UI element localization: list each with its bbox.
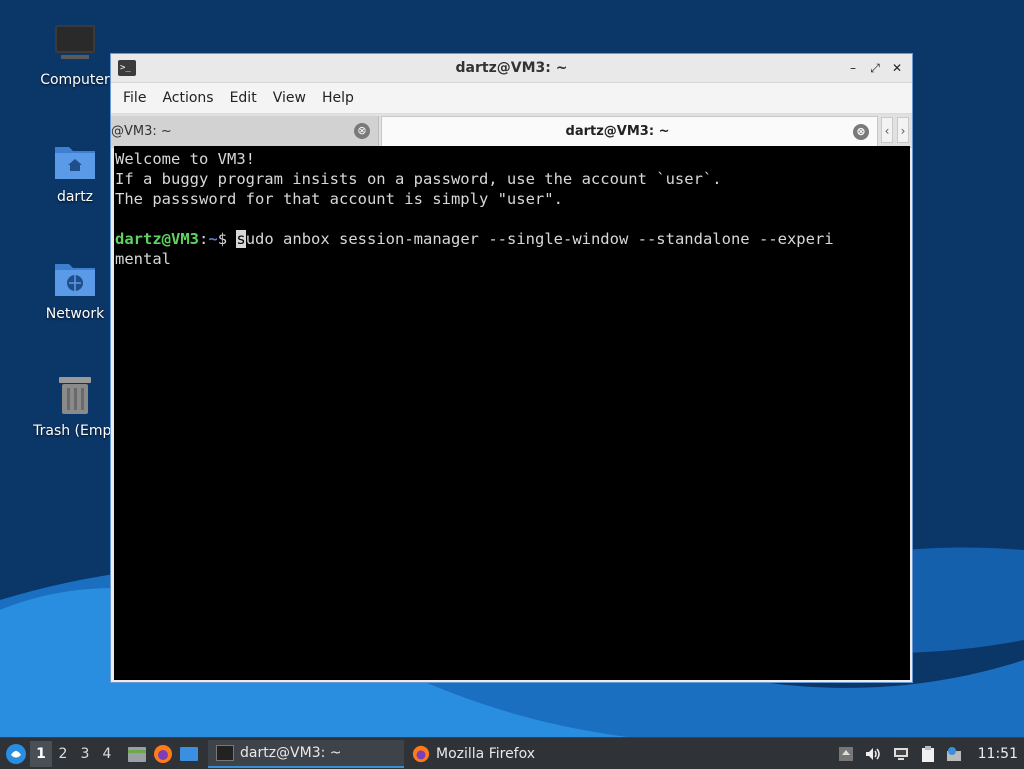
minimize-button[interactable]: – (846, 61, 860, 75)
system-tray: 11:51 (838, 745, 1024, 763)
terminal-wrap-line: mental (115, 250, 171, 268)
terminal-prompt-line: dartz@VM3:~$ sudo anbox session-manager … (115, 229, 910, 249)
firefox-launcher[interactable] (150, 741, 176, 767)
terminal-app-icon: >_ (118, 60, 136, 76)
clipboard-icon[interactable] (920, 745, 936, 763)
tab-bar: @VM3: ~ ⊗ dartz@VM3: ~ ⊗ ‹ › (111, 114, 912, 148)
taskbar-app-terminal[interactable]: dartz@VM3: ~ (208, 739, 404, 768)
prompt-separator: : (199, 230, 209, 248)
terminal-output[interactable]: Welcome to VM3! If a buggy program insist… (114, 146, 910, 680)
tab-close-icon[interactable]: ⊗ (354, 123, 370, 139)
desktop-icon-trash[interactable]: Trash (Empt (27, 373, 123, 439)
desktop-icon-label: Trash (Empt (33, 423, 117, 439)
workspace-4[interactable]: 4 (96, 741, 118, 767)
terminal-icon (216, 744, 234, 761)
close-button[interactable]: ✕ (890, 61, 904, 75)
menu-bar: File Actions Edit View Help (111, 83, 912, 114)
desktop-icon-label: Network (45, 306, 105, 322)
trash-icon (53, 373, 97, 417)
window-titlebar[interactable]: >_ dartz@VM3: ~ – ⤢ ✕ (111, 54, 912, 83)
menu-edit[interactable]: Edit (222, 90, 265, 106)
prompt-path: ~ (208, 230, 218, 248)
menu-help[interactable]: Help (314, 90, 362, 106)
desktop-icon-home-folder[interactable]: dartz (27, 139, 123, 205)
file-manager-icon (128, 746, 146, 762)
file-manager-launcher[interactable] (124, 741, 150, 767)
taskbar-app-label: Mozilla Firefox (436, 745, 536, 762)
desktop-icon (180, 746, 198, 761)
update-notifier-icon[interactable] (838, 746, 854, 762)
network-folder-icon (53, 256, 97, 300)
tab-label: dartz@VM3: ~ (565, 124, 670, 139)
prompt-symbol: $ (217, 230, 237, 248)
desktop-icon-network[interactable]: Network (27, 256, 123, 322)
menu-view[interactable]: View (265, 90, 314, 106)
tab-label: @VM3: ~ (111, 123, 172, 139)
network-wired-icon[interactable] (892, 746, 910, 762)
workspace-3[interactable]: 3 (74, 741, 96, 767)
volume-icon[interactable] (864, 746, 882, 762)
taskbar-app-firefox[interactable]: Mozilla Firefox (404, 740, 600, 768)
desktop-icon-label: Computer (40, 72, 110, 88)
tab-scroll-left-button[interactable]: ‹ (881, 117, 893, 143)
text-cursor: s (236, 230, 246, 248)
tab-scroll-right-button[interactable]: › (897, 117, 909, 143)
home-folder-icon (53, 139, 97, 183)
notification-icon[interactable] (946, 746, 962, 762)
desktop-icon-computer[interactable]: Computer (27, 22, 123, 88)
firefox-icon (154, 744, 172, 763)
clock[interactable]: 11:51 (978, 746, 1018, 762)
firefox-icon (412, 745, 430, 762)
terminal-window: >_ dartz@VM3: ~ – ⤢ ✕ File Actions Edit … (110, 53, 913, 683)
tab-close-icon[interactable]: ⊗ (853, 123, 869, 140)
terminal-line: The passsword for that account is simply… (115, 190, 563, 208)
command-text: udo anbox session-manager --single-windo… (245, 230, 834, 248)
taskbar: 1 2 3 4 dartz@VM3: ~ Mozilla Firefox 11:… (0, 737, 1024, 769)
menu-file[interactable]: File (115, 90, 154, 106)
tab-1[interactable]: @VM3: ~ ⊗ (111, 116, 379, 146)
prompt-user: dartz@VM3 (115, 230, 199, 248)
desktop-icon-label: dartz (56, 189, 94, 205)
show-desktop-button[interactable] (176, 741, 202, 767)
tab-2[interactable]: dartz@VM3: ~ ⊗ (381, 116, 878, 146)
menu-actions[interactable]: Actions (154, 90, 221, 106)
terminal-line: Welcome to VM3! (115, 150, 255, 168)
start-menu-button[interactable] (2, 740, 30, 768)
maximize-button[interactable]: ⤢ (868, 61, 882, 75)
workspace-1[interactable]: 1 (30, 740, 52, 767)
lubuntu-logo-icon (6, 743, 26, 764)
taskbar-app-label: dartz@VM3: ~ (240, 744, 342, 761)
workspace-2[interactable]: 2 (52, 741, 74, 767)
terminal-line: If a buggy program insists on a password… (115, 170, 722, 188)
window-title: dartz@VM3: ~ (455, 60, 568, 76)
computer-icon (53, 22, 97, 66)
